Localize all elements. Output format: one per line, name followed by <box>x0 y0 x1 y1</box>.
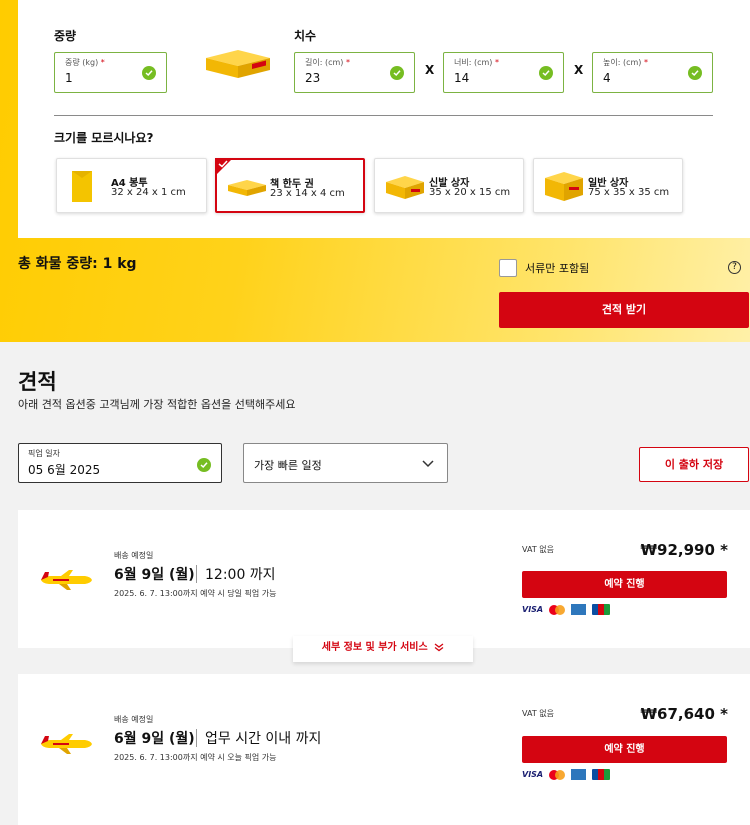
height-field[interactable]: 높이: (cm) * 4 <box>592 52 713 93</box>
shoe-box-icon <box>386 176 424 199</box>
quote-subtitle: 아래 견적 옵션중 고객님께 가장 적합한 옵션을 선택해주세요 <box>18 398 296 411</box>
sort-select[interactable]: 가장 빠른 일정 <box>243 443 448 483</box>
book-button[interactable]: 예약 진행 <box>522 736 727 763</box>
quote-title: 견적 <box>18 370 57 394</box>
valid-check-icon <box>142 66 156 80</box>
pickup-note: 2025. 6. 7. 13:00까지 예약 시 당일 픽업 가능 <box>114 589 277 598</box>
delivery-date: 6월 9일 (월) <box>114 567 195 583</box>
dimensions-heading: 치수 <box>294 29 317 43</box>
pickup-note: 2025. 6. 7. 13:00까지 예약 시 오늘 픽업 가능 <box>114 753 277 762</box>
required-mark: * <box>494 58 499 67</box>
delivery-time: 업무 시간 이내 까지 <box>205 731 322 747</box>
height-value: 4 <box>603 71 611 85</box>
visa-icon: VISA <box>522 770 544 779</box>
jcb-icon <box>592 769 611 780</box>
divider <box>196 729 197 747</box>
info-icon[interactable]: ? <box>728 261 741 274</box>
mastercard-icon <box>549 769 566 780</box>
required-mark: * <box>345 58 350 67</box>
length-field[interactable]: 길이: (cm) * 23 <box>294 52 415 93</box>
visa-icon: VISA <box>522 605 544 614</box>
standard-box-icon <box>545 172 583 201</box>
valid-check-icon <box>390 66 404 80</box>
sort-select-value: 가장 빠른 일정 <box>254 459 322 472</box>
dhl-plane-icon <box>41 734 92 754</box>
details-services-toggle[interactable]: 세부 정보 및 부가 서비스 <box>293 636 473 662</box>
payment-methods: VISA <box>522 769 611 780</box>
length-value: 23 <box>305 71 321 85</box>
price: ₩67,640 * <box>640 705 729 723</box>
delivery-label: 배송 예정일 <box>114 715 154 724</box>
save-shipment-button[interactable]: 이 출하 저장 <box>639 447 749 482</box>
delivery-time: 12:00 까지 <box>205 567 276 583</box>
preset-dims: 23 x 14 x 4 cm <box>270 188 345 199</box>
height-field-label: 높이: (cm) <box>603 58 642 67</box>
width-field[interactable]: 너비: (cm) * 14 <box>443 52 564 93</box>
preset-a4-envelope[interactable]: A4 봉투 32 x 24 x 1 cm <box>56 158 207 213</box>
pickup-date-field[interactable]: 픽업 일자 05 6월 2025 <box>18 443 222 483</box>
dhl-plane-icon <box>41 570 92 590</box>
preset-standard-box[interactable]: 일반 상자 75 x 35 x 35 cm <box>533 158 683 213</box>
chevron-down-icon <box>422 460 434 468</box>
width-value: 14 <box>454 71 470 85</box>
amex-icon <box>571 604 587 615</box>
envelope-icon <box>72 171 92 202</box>
book-box-icon <box>228 180 266 196</box>
documents-only-checkbox[interactable] <box>499 259 517 277</box>
preset-books[interactable]: 책 한두 권 23 x 14 x 4 cm <box>215 158 365 213</box>
weight-field-label: 중량 (kg) <box>65 58 99 67</box>
required-mark: * <box>100 58 105 67</box>
vat-label: VAT 없음 <box>522 545 554 554</box>
pickup-date-value: 05 6월 2025 <box>28 463 101 477</box>
width-field-label: 너비: (cm) <box>454 58 493 67</box>
quote-option[interactable]: 배송 예정일 6월 9일 (월) 업무 시간 이내 까지 2025. 6. 7.… <box>18 674 750 825</box>
valid-check-icon <box>688 66 702 80</box>
documents-only-label: 서류만 포함됨 <box>525 262 590 275</box>
weight-heading: 중량 <box>54 29 77 43</box>
total-weight: 총 화물 중량: 1 kg <box>18 256 137 272</box>
length-field-label: 길이: (cm) <box>305 58 344 67</box>
amex-icon <box>571 769 587 780</box>
payment-methods: VISA <box>522 604 611 615</box>
valid-check-icon <box>197 458 211 472</box>
section-divider <box>54 115 713 116</box>
weight-value: 1 <box>65 71 73 85</box>
dimension-separator: X <box>425 63 435 77</box>
double-chevron-down-icon <box>434 643 444 652</box>
pickup-date-label: 픽업 일자 <box>28 449 60 458</box>
get-quote-button[interactable]: 견적 받기 <box>499 292 749 328</box>
book-button[interactable]: 예약 진행 <box>522 571 727 598</box>
dimension-separator: X <box>574 63 584 77</box>
preset-dims: 35 x 20 x 15 cm <box>429 187 511 198</box>
preset-dims: 32 x 24 x 1 cm <box>111 187 186 198</box>
selected-check-icon <box>218 160 228 168</box>
weight-field[interactable]: 중량 (kg) * 1 <box>54 52 167 93</box>
vat-label: VAT 없음 <box>522 709 554 718</box>
valid-check-icon <box>539 66 553 80</box>
preset-dims: 75 x 35 x 35 cm <box>588 187 670 198</box>
delivery-date: 6월 9일 (월) <box>114 731 195 747</box>
size-help-heading: 크기를 모르시나요? <box>54 131 154 145</box>
details-services-label: 세부 정보 및 부가 서비스 <box>321 642 428 653</box>
package-box-icon <box>206 50 270 78</box>
price: ₩92,990 * <box>640 541 729 559</box>
jcb-icon <box>592 604 611 615</box>
quote-option[interactable]: 배송 예정일 6월 9일 (월) 12:00 까지 2025. 6. 7. 13… <box>18 510 750 648</box>
divider <box>196 565 197 583</box>
required-mark: * <box>643 58 648 67</box>
delivery-label: 배송 예정일 <box>114 551 154 560</box>
preset-shoe-box[interactable]: 신발 상자 35 x 20 x 15 cm <box>374 158 524 213</box>
mastercard-icon <box>549 604 566 615</box>
